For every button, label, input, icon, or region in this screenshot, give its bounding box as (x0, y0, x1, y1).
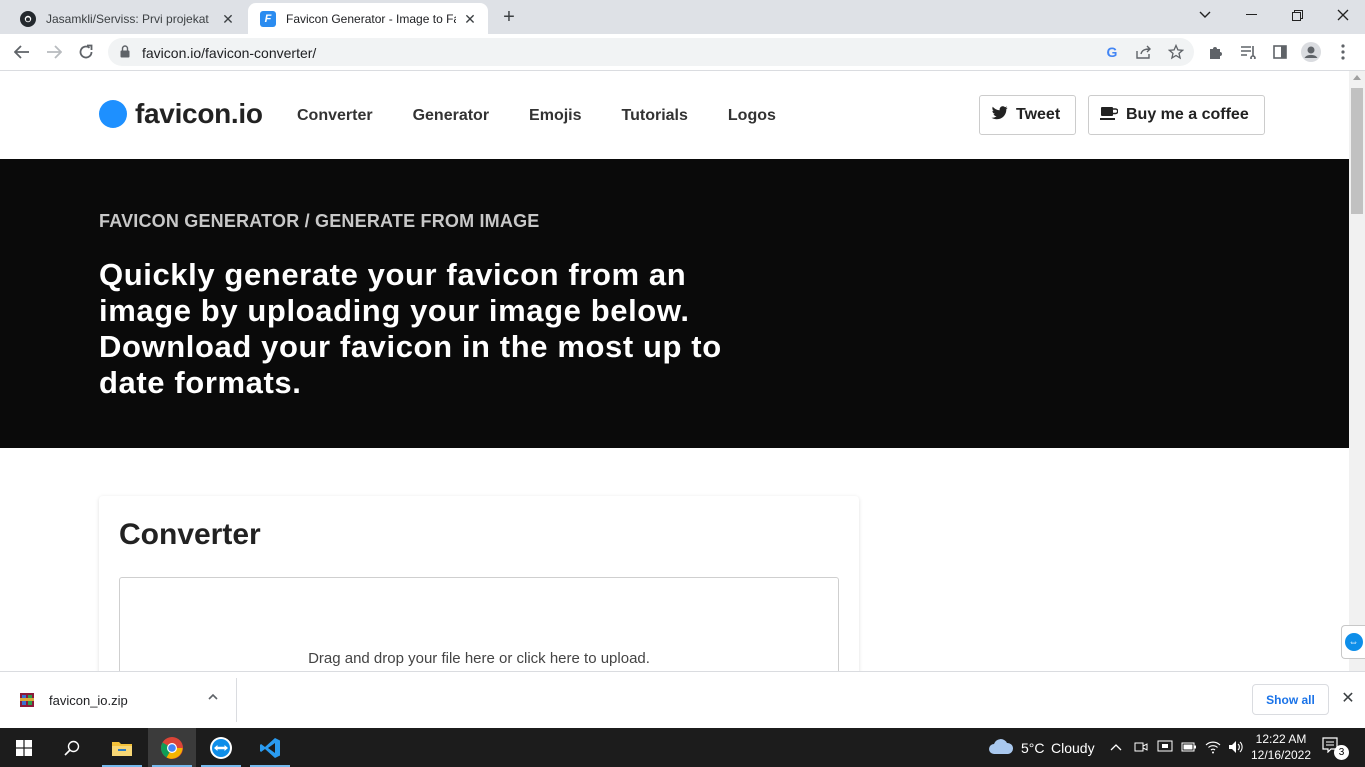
favicon-io-icon: F (260, 10, 276, 27)
new-tab-button[interactable]: + (498, 6, 520, 28)
nav-generator[interactable]: Generator (413, 107, 489, 125)
hero-banner: FAVICON GENERATOR / GENERATE FROM IMAGE … (0, 159, 1349, 448)
url-text: favicon.io/favicon-converter/ (142, 45, 317, 61)
dropzone-hint: Drag and drop your file here or click he… (308, 650, 650, 667)
vscode-taskbar-icon[interactable] (246, 728, 294, 767)
logo-text: favicon.io (135, 98, 263, 129)
shelf-divider (236, 678, 237, 722)
show-hidden-icons-chevron-icon[interactable] (1107, 738, 1125, 756)
volume-icon[interactable] (1227, 738, 1245, 756)
chrome-taskbar-icon[interactable] (148, 728, 196, 767)
profile-avatar-icon[interactable] (1301, 42, 1321, 62)
wifi-icon[interactable] (1204, 738, 1222, 756)
archive-file-icon (20, 693, 34, 707)
scroll-up-arrow-icon[interactable] (1353, 75, 1361, 80)
scrollbar-thumb[interactable] (1351, 88, 1363, 214)
main-nav: Converter Generator Emojis Tutorials Log… (297, 107, 816, 125)
page-viewport: favicon.io Converter Generator Emojis Tu… (0, 71, 1349, 671)
page-headline: Quickly generate your favicon from an im… (99, 257, 722, 400)
close-shelf-icon[interactable]: ✕ (1338, 689, 1358, 709)
minimize-button[interactable] (1228, 0, 1274, 30)
address-bar[interactable]: favicon.io/favicon-converter/ G (108, 38, 1194, 66)
coffee-cup-icon (1100, 106, 1119, 125)
page-scrollbar[interactable] (1349, 71, 1365, 671)
google-icon[interactable]: G (1103, 43, 1121, 61)
buy-coffee-button[interactable]: Buy me a coffee (1088, 95, 1265, 135)
download-shelf: favicon_io.zip Show all ✕ (0, 671, 1365, 728)
lock-icon (120, 45, 130, 58)
browser-toolbar: favicon.io/favicon-converter/ G (0, 34, 1365, 71)
logo-dot-icon (99, 100, 127, 128)
weather-temperature[interactable]: 5°C (1021, 740, 1045, 756)
download-file-name[interactable]: favicon_io.zip (49, 693, 128, 708)
weather-cloud-icon[interactable] (988, 738, 1014, 756)
nav-emojis[interactable]: Emojis (529, 107, 581, 125)
share-icon[interactable] (1135, 43, 1153, 61)
clock-date: 12/16/2022 (1250, 748, 1312, 762)
close-window-button[interactable] (1320, 0, 1365, 30)
nav-tutorials[interactable]: Tutorials (622, 107, 688, 125)
start-button[interactable] (0, 728, 48, 767)
file-dropzone[interactable]: Drag and drop your file here or click he… (119, 577, 839, 671)
site-logo[interactable]: favicon.io (99, 98, 263, 130)
converter-title: Converter (119, 518, 261, 551)
browser-tab-strip: Jasamkli/Serviss: Prvi projekat ✕ F Favi… (0, 0, 1365, 34)
back-button[interactable] (8, 38, 36, 66)
battery-icon[interactable] (1180, 738, 1198, 756)
tweet-button[interactable]: Tweet (979, 95, 1077, 135)
site-header: favicon.io Converter Generator Emojis Tu… (0, 71, 1349, 159)
windows-taskbar: 5°C Cloudy 12:22 AM 12/16/2022 3 (0, 728, 1365, 767)
tab-favicon-generator[interactable]: F Favicon Generator - Image to Favicon ✕ (248, 3, 488, 34)
tab-github[interactable]: Jasamkli/Serviss: Prvi projekat ✕ (8, 3, 246, 34)
teamviewer-taskbar-icon[interactable] (197, 728, 245, 767)
forward-button[interactable] (40, 38, 68, 66)
twitter-icon (991, 106, 1008, 124)
teamviewer-icon: ⇔ (1344, 633, 1363, 651)
extensions-puzzle-icon[interactable] (1206, 42, 1226, 62)
nav-logos[interactable]: Logos (728, 107, 776, 125)
bookmark-star-icon[interactable] (1167, 43, 1185, 61)
weather-description[interactable]: Cloudy (1051, 740, 1095, 756)
download-options-chevron-icon[interactable] (205, 689, 221, 709)
tab-title: Jasamkli/Serviss: Prvi projekat (46, 11, 209, 26)
converter-card: Converter Drag and drop your file here o… (99, 496, 859, 671)
breadcrumb: FAVICON GENERATOR / GENERATE FROM IMAGE (99, 211, 540, 231)
close-tab-icon[interactable]: ✕ (220, 11, 236, 27)
reading-list-icon[interactable] (1238, 42, 1258, 62)
tweet-label: Tweet (1016, 106, 1061, 123)
clock-time: 12:22 AM (1255, 732, 1307, 746)
close-tab-icon[interactable]: ✕ (462, 11, 478, 27)
restore-button[interactable] (1274, 0, 1320, 30)
chrome-menu-icon[interactable] (1333, 42, 1353, 62)
system-clock[interactable]: 12:22 AM 12/16/2022 (1244, 731, 1318, 763)
tab-search-chevron-icon[interactable] (1182, 0, 1228, 30)
file-explorer-icon[interactable] (98, 728, 146, 767)
meet-now-icon[interactable] (1132, 738, 1150, 756)
tab-title: Favicon Generator - Image to Favicon (286, 11, 456, 26)
teamviewer-side-tab[interactable]: ⇔ (1341, 625, 1365, 659)
github-icon (20, 10, 36, 27)
show-all-button[interactable]: Show all (1252, 684, 1329, 715)
side-panel-icon[interactable] (1270, 42, 1290, 62)
display-settings-icon[interactable] (1156, 738, 1174, 756)
reload-button[interactable] (72, 38, 100, 66)
search-icon[interactable] (48, 728, 96, 767)
notification-center-icon[interactable]: 3 (1322, 737, 1349, 760)
notification-count-badge: 3 (1334, 745, 1349, 760)
nav-converter[interactable]: Converter (297, 107, 373, 125)
coffee-label: Buy me a coffee (1126, 106, 1249, 123)
